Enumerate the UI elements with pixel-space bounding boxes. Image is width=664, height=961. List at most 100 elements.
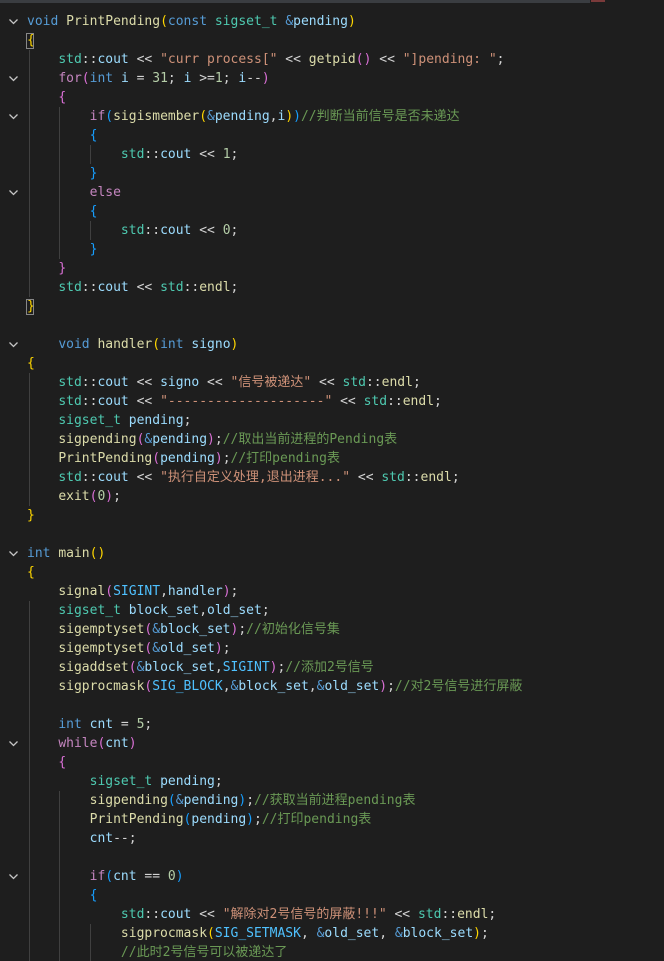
- code-line[interactable]: std::cout << "--------------------" << s…: [0, 392, 664, 411]
- code-token: SIG_BLOCK: [152, 679, 223, 694]
- code-line[interactable]: std::cout << std::endl;: [0, 278, 664, 297]
- code-line-text: std::cout << 1;: [27, 145, 238, 164]
- code-line[interactable]: else: [0, 183, 664, 202]
- chevron-down-icon[interactable]: [8, 73, 19, 84]
- code-line[interactable]: if(sigismember(&pending,i))//判断当前信号是否未递达: [0, 107, 664, 126]
- code-line[interactable]: }: [0, 240, 664, 259]
- code-line[interactable]: cnt--;: [0, 829, 664, 848]
- code-line[interactable]: int cnt = 5;: [0, 715, 664, 734]
- code-token: ,: [222, 679, 231, 694]
- code-token: (): [355, 52, 372, 67]
- code-line[interactable]: PrintPending(pending);//打印pending表: [0, 810, 664, 829]
- code-line[interactable]: {: [0, 88, 664, 107]
- code-line[interactable]: signal(SIGINT,handler);: [0, 582, 664, 601]
- code-token: handler: [97, 337, 153, 352]
- code-line[interactable]: PrintPending(pending);//打印pending表: [0, 449, 664, 468]
- code-token: (: [199, 109, 208, 124]
- code-line[interactable]: //此时2号信号可以被递达了: [0, 943, 664, 961]
- chevron-down-icon[interactable]: [8, 871, 19, 882]
- code-line[interactable]: for(int i = 31; i >=1; i--): [0, 69, 664, 88]
- code-line[interactable]: sigprocmask(SIG_SETMASK, &old_set, &bloc…: [0, 924, 664, 943]
- code-token: std: [417, 907, 442, 922]
- code-token: cnt: [105, 736, 129, 751]
- code-token: std: [120, 147, 145, 162]
- code-line[interactable]: void PrintPending(const sigset_t &pendin…: [0, 12, 664, 31]
- code-line[interactable]: sigemptyset(&old_set);: [0, 639, 664, 658]
- code-token: ;: [451, 470, 460, 485]
- code-line[interactable]: sigset_t pending;: [0, 772, 664, 791]
- code-token: ;: [412, 375, 421, 390]
- code-token: =: [113, 717, 137, 732]
- code-token: --;: [113, 831, 137, 846]
- code-token: ): [128, 736, 137, 751]
- code-line[interactable]: sigemptyset(&block_set);//初始化信号集: [0, 620, 664, 639]
- code-line[interactable]: [0, 696, 664, 715]
- code-line[interactable]: {: [0, 354, 664, 373]
- chevron-down-icon[interactable]: [8, 16, 19, 27]
- code-token: ;: [183, 413, 192, 428]
- code-line-text: int cnt = 5;: [27, 715, 152, 734]
- code-line[interactable]: [0, 848, 664, 867]
- code-line[interactable]: }: [0, 164, 664, 183]
- code-line-text: }: [27, 259, 66, 278]
- code-token: ::: [144, 147, 161, 162]
- code-line[interactable]: int main(): [0, 544, 664, 563]
- code-line-text: }: [27, 240, 98, 259]
- code-line[interactable]: [0, 525, 664, 544]
- code-line-text: for(int i = 31; i >=1; i--): [27, 69, 269, 88]
- code-line[interactable]: {: [0, 31, 664, 50]
- code-line[interactable]: {: [0, 126, 664, 145]
- code-line[interactable]: }: [0, 506, 664, 525]
- code-line[interactable]: {: [0, 886, 664, 905]
- code-line[interactable]: {: [0, 563, 664, 582]
- code-line[interactable]: {: [0, 753, 664, 772]
- code-token: block_set: [402, 926, 474, 941]
- code-line[interactable]: std::cout << "执行自定义处理,退出进程..." << std::e…: [0, 468, 664, 487]
- code-line[interactable]: }: [0, 259, 664, 278]
- code-line[interactable]: while(cnt): [0, 734, 664, 753]
- code-line-text: std::cout << 0;: [27, 221, 238, 240]
- code-line[interactable]: std::cout << "curr process[" << getpid()…: [0, 50, 664, 69]
- code-token: pending: [214, 109, 270, 124]
- code-editor[interactable]: void PrintPending(const sigset_t &pendin…: [0, 0, 664, 961]
- code-line-text: sigemptyset(&block_set);//初始化信号集: [27, 620, 340, 639]
- code-line[interactable]: sigset_t pending;: [0, 411, 664, 430]
- code-line[interactable]: std::cout << 1;: [0, 145, 664, 164]
- code-line[interactable]: std::cout << signo << "信号被递达" << std::en…: [0, 373, 664, 392]
- code-line[interactable]: sigaddset(&block_set,SIGINT);//添加2号信号: [0, 658, 664, 677]
- code-token: ::: [387, 394, 403, 409]
- code-line[interactable]: void handler(int signo): [0, 335, 664, 354]
- code-line[interactable]: std::cout << "解除对2号信号的屏蔽!!!" << std::end…: [0, 905, 664, 924]
- code-token: ::: [404, 470, 421, 485]
- code-token: //添加2号信号: [285, 660, 374, 675]
- code-token: ,: [379, 926, 395, 941]
- code-token: (: [152, 451, 161, 466]
- code-line[interactable]: sigpending(&pending);//获取当前进程pending表: [0, 791, 664, 810]
- code-line[interactable]: sigprocmask(SIG_BLOCK,&block_set,&old_se…: [0, 677, 664, 696]
- chevron-down-icon[interactable]: [8, 111, 19, 122]
- code-line[interactable]: exit(0);: [0, 487, 664, 506]
- code-line[interactable]: }: [0, 297, 664, 316]
- code-line-text: std::cout << "解除对2号信号的屏蔽!!!" << std::end…: [27, 905, 496, 924]
- chevron-down-icon[interactable]: [8, 738, 19, 749]
- code-token: <<: [128, 280, 161, 295]
- code-line-text: cnt--;: [27, 829, 137, 848]
- code-line[interactable]: sigset_t block_set,old_set;: [0, 601, 664, 620]
- code-line[interactable]: std::cout << 0;: [0, 221, 664, 240]
- code-line[interactable]: if(cnt == 0): [0, 867, 664, 886]
- code-token: cout: [160, 907, 192, 922]
- code-line[interactable]: {: [0, 202, 664, 221]
- chevron-down-icon[interactable]: [8, 187, 19, 198]
- code-line[interactable]: sigpending(&pending);//取出当前进程的Pending表: [0, 430, 664, 449]
- chevron-down-icon[interactable]: [8, 339, 19, 350]
- code-line-text: std::cout << "执行自定义处理,退出进程..." << std::e…: [27, 468, 460, 487]
- chevron-down-icon[interactable]: [8, 548, 19, 559]
- code-line[interactable]: [0, 316, 664, 335]
